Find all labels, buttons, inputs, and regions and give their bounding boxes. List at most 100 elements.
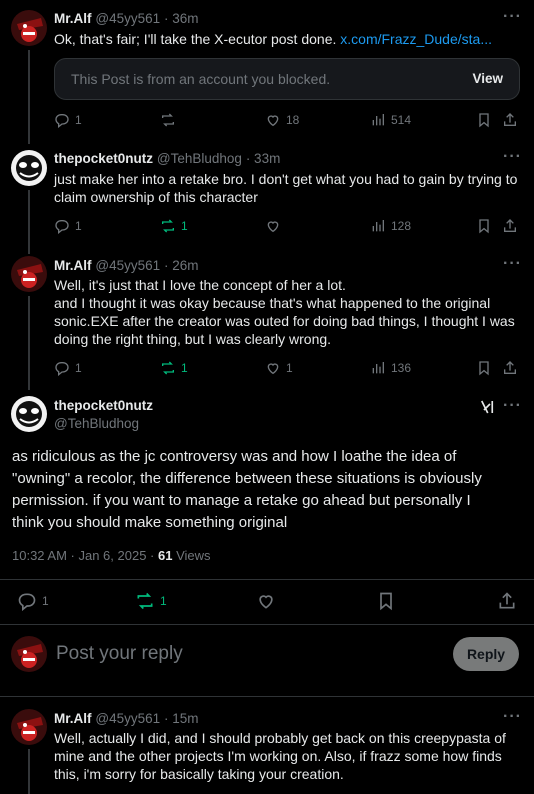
repost-icon bbox=[162, 113, 174, 127]
avatar[interactable] bbox=[11, 256, 47, 292]
post-text-line: as ridiculous as the jc controversy was … bbox=[12, 448, 457, 465]
repost-action[interactable]: 1 bbox=[160, 358, 188, 378]
post-timestamp: 10:32 AM · Jan 6, 2025 · 61 Views bbox=[12, 548, 211, 563]
timestamp[interactable]: · 26m bbox=[164, 258, 199, 273]
view-button[interactable]: View bbox=[472, 71, 503, 86]
views-label: Views bbox=[172, 548, 211, 563]
avatar[interactable] bbox=[11, 636, 47, 672]
bookmark-icon bbox=[479, 113, 489, 128]
more-icon[interactable]: ··· bbox=[503, 255, 522, 273]
more-icon[interactable]: ··· bbox=[503, 397, 522, 415]
share-action[interactable] bbox=[502, 216, 518, 236]
reply-action[interactable]: 1 bbox=[54, 216, 82, 236]
share-icon bbox=[499, 592, 515, 609]
author-handle[interactable]: @TehBludhog bbox=[157, 151, 242, 166]
like-action[interactable] bbox=[265, 216, 286, 236]
views-icon bbox=[372, 220, 384, 232]
blocked-quote-text: This Post is from an account you blocked… bbox=[71, 71, 331, 87]
thread-line bbox=[28, 296, 30, 390]
reply-action[interactable]: 1 bbox=[54, 358, 82, 378]
author-handle[interactable]: @TehBludhog bbox=[54, 416, 139, 431]
like-action[interactable] bbox=[256, 591, 276, 611]
bookmark-action[interactable] bbox=[476, 110, 492, 130]
avatar[interactable] bbox=[11, 150, 47, 186]
bookmark-icon bbox=[380, 592, 392, 611]
reply-button[interactable]: Reply bbox=[453, 637, 519, 671]
timestamp[interactable]: · 33m bbox=[246, 151, 281, 166]
repost-count: 1 bbox=[160, 594, 167, 608]
like-action[interactable]: 18 bbox=[265, 110, 299, 130]
divider bbox=[0, 624, 534, 625]
views-action[interactable]: 128 bbox=[370, 216, 411, 236]
author-name[interactable]: thepocket0nutz bbox=[54, 398, 153, 413]
reply-input[interactable]: Post your reply bbox=[56, 643, 183, 665]
heart-icon bbox=[267, 363, 279, 375]
tweet-header: Mr.Alf @45yy561 · 36m bbox=[54, 10, 199, 26]
author-handle[interactable]: @45yy561 bbox=[95, 711, 160, 726]
thread-line bbox=[28, 50, 30, 144]
avatar[interactable] bbox=[11, 396, 47, 432]
author-handle[interactable]: @45yy561 bbox=[95, 258, 160, 273]
repost-count: 1 bbox=[181, 219, 188, 233]
author-name[interactable]: thepocket0nutz bbox=[54, 151, 153, 166]
share-action[interactable] bbox=[502, 110, 518, 130]
main-post-text: as ridiculous as the jc controversy was … bbox=[12, 446, 527, 534]
author-handle[interactable]: @45yy561 bbox=[95, 11, 160, 26]
share-icon bbox=[504, 219, 516, 232]
timestamp[interactable]: · 15m bbox=[164, 711, 199, 726]
author-name[interactable]: Mr.Alf bbox=[54, 711, 92, 726]
tweet-text-line: mine and the other projects I'm working … bbox=[54, 748, 502, 764]
more-icon[interactable]: ··· bbox=[503, 708, 522, 726]
tweet-text: Well, it's just that I love the concept … bbox=[54, 276, 524, 348]
views-count: 136 bbox=[391, 361, 412, 375]
more-icon[interactable]: ··· bbox=[503, 148, 522, 166]
tweet-text-line: and I thought it was okay because that's… bbox=[54, 295, 491, 311]
bookmark-action[interactable] bbox=[476, 216, 492, 236]
thread-line bbox=[28, 190, 30, 254]
author-name[interactable]: Mr.Alf bbox=[54, 11, 92, 26]
more-icon[interactable]: ··· bbox=[503, 8, 522, 26]
avatar[interactable] bbox=[11, 709, 47, 745]
avatar[interactable] bbox=[11, 10, 47, 46]
tweet-header: Mr.Alf @45yy561 · 15m bbox=[54, 710, 199, 726]
views-action[interactable]: 514 bbox=[370, 110, 411, 130]
views-action[interactable]: 136 bbox=[370, 358, 411, 378]
tweet-text: just make her into a retake bro. I don't… bbox=[54, 170, 524, 206]
share-action[interactable] bbox=[497, 591, 517, 611]
reply-action[interactable]: 1 bbox=[17, 591, 49, 611]
reply-count: 1 bbox=[42, 594, 49, 608]
views-count: 514 bbox=[391, 113, 412, 127]
repost-count: 1 bbox=[181, 361, 188, 375]
views-count: 128 bbox=[391, 219, 412, 233]
tweet-text-line: doing the right thing, but I was clearly… bbox=[54, 331, 332, 347]
tweet-text-line: Well, it's just that I love the concept … bbox=[54, 277, 346, 293]
grok-icon[interactable] bbox=[478, 398, 496, 419]
tweet-header: Mr.Alf @45yy561 · 26m bbox=[54, 257, 199, 273]
repost-action[interactable]: 1 bbox=[135, 591, 167, 611]
reply-count: 1 bbox=[75, 361, 82, 375]
share-action[interactable] bbox=[502, 358, 518, 378]
post-text-line: "owning" a recolor, the difference betwe… bbox=[12, 470, 482, 487]
reply-action[interactable]: 1 bbox=[54, 110, 82, 130]
like-action[interactable]: 1 bbox=[265, 358, 293, 378]
bookmark-action[interactable] bbox=[476, 358, 492, 378]
post-text-line: permission. if you want to manage a reta… bbox=[12, 492, 471, 509]
bookmark-icon bbox=[479, 219, 489, 234]
like-count: 18 bbox=[286, 113, 300, 127]
views-icon bbox=[372, 114, 384, 126]
tweet-text-line: claim ownership of this character bbox=[54, 189, 258, 205]
repost-action[interactable] bbox=[160, 110, 181, 130]
share-icon bbox=[504, 361, 516, 374]
timestamp[interactable]: · 36m bbox=[164, 11, 199, 26]
repost-icon bbox=[137, 592, 153, 610]
bookmark-action[interactable] bbox=[376, 591, 396, 611]
tweet-link[interactable]: x.com/Frazz_Dude/sta... bbox=[340, 31, 492, 47]
repost-action[interactable]: 1 bbox=[160, 216, 188, 236]
views-count: 61 bbox=[157, 548, 173, 563]
tweet-text: Well, actually I did, and I should proba… bbox=[54, 729, 524, 783]
reply-count: 1 bbox=[75, 113, 82, 127]
thread-line bbox=[28, 749, 30, 794]
tweet-text-line: sonic.EXE after the creator was outed fo… bbox=[54, 313, 515, 329]
author-name[interactable]: Mr.Alf bbox=[54, 258, 92, 273]
timestamp-text[interactable]: 10:32 AM · Jan 6, 2025 · bbox=[12, 548, 158, 563]
